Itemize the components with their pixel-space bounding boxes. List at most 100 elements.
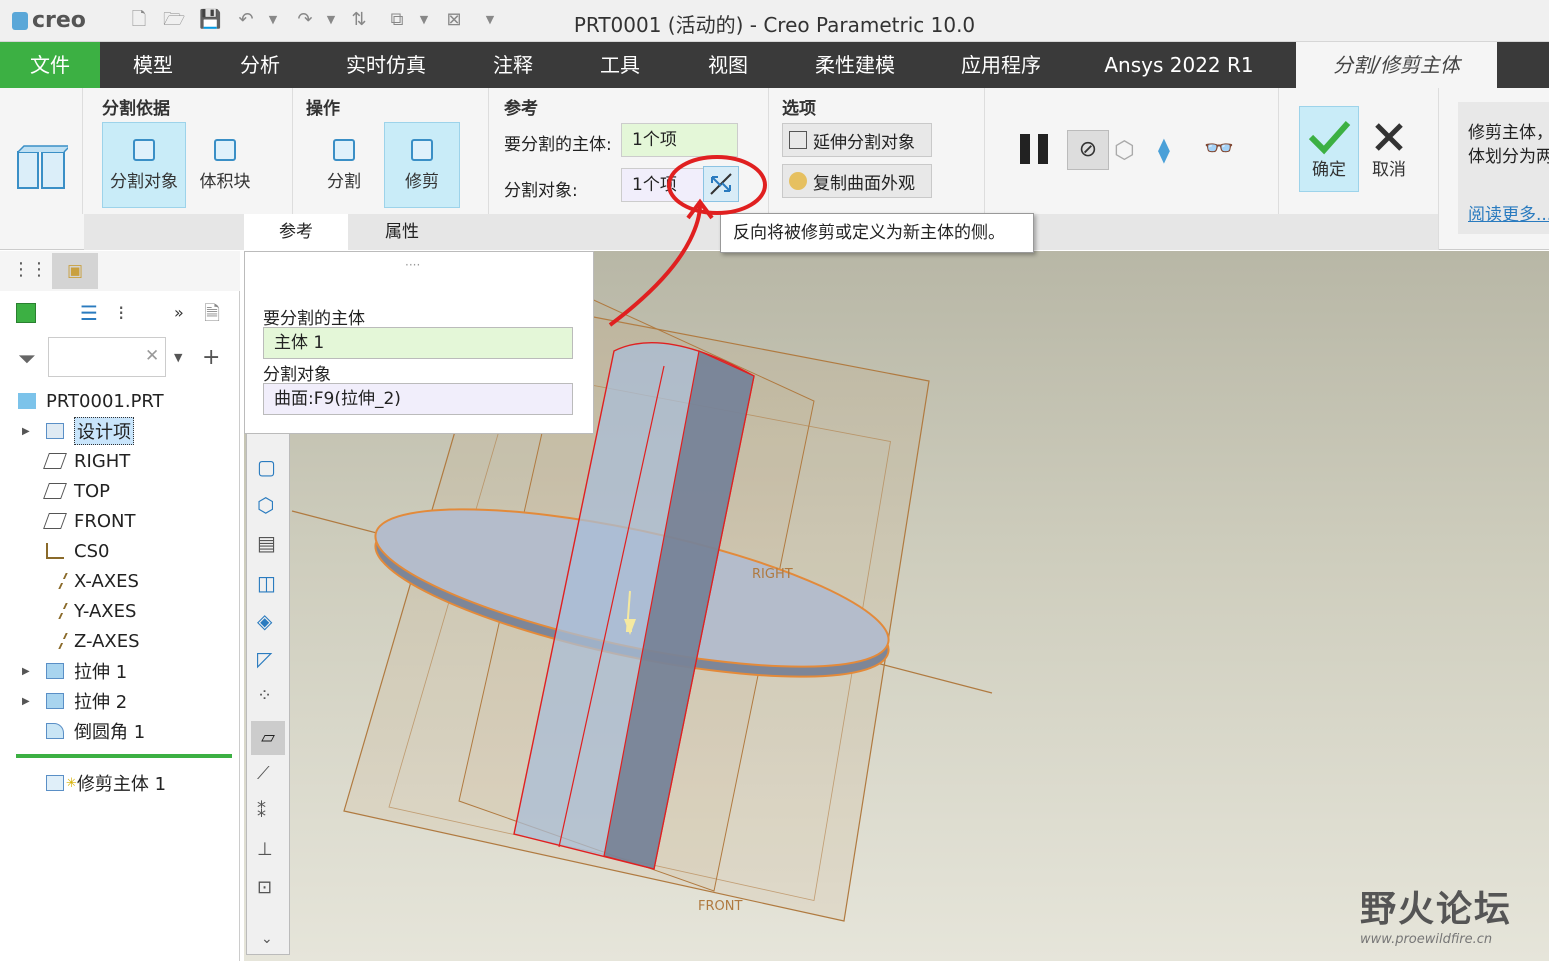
popup-grip-icon[interactable]: ···· (405, 258, 420, 272)
clear-search-icon[interactable]: ✕ (145, 346, 159, 366)
tree-item-y-axes[interactable]: Y-AXES (0, 596, 240, 626)
tab-realtime-simulation[interactable]: 实时仿真 (330, 42, 442, 88)
expand-icon[interactable]: ▶ (22, 426, 46, 437)
trim-button[interactable]: 修剪 (384, 122, 460, 208)
read-more-link[interactable]: 阅读更多... (1468, 200, 1549, 225)
tab-file[interactable]: 文件 (0, 42, 100, 88)
cancel-button[interactable]: 取消 (1362, 106, 1416, 192)
layer-tree-tab-icon[interactable]: ▣ (52, 253, 98, 289)
split-body-feature-icon (14, 144, 72, 192)
tree-item-trim-body[interactable]: ✳ 修剪主体 1 (0, 768, 240, 798)
help-text-line2: 体划分为两 (1468, 147, 1549, 167)
shading-icon[interactable]: ⬡ (257, 493, 274, 517)
volume-block-button[interactable]: 体积块 (186, 122, 264, 208)
verify-mode-icon[interactable]: ⧫ (1158, 136, 1170, 164)
spin-center-icon[interactable]: ⊡ (257, 877, 272, 898)
no-preview-button[interactable]: ⊘ (1067, 130, 1109, 170)
volume-block-icon (214, 138, 236, 161)
group-operation-title: 操作 (306, 99, 340, 119)
tab-annotate[interactable]: 注释 (468, 42, 558, 88)
orient-icon[interactable]: ◫ (257, 571, 276, 595)
view-cube-icon[interactable]: ▢ (257, 455, 276, 479)
tab-tools[interactable]: 工具 (575, 42, 665, 88)
csys-display-icon[interactable]: ⊥ (257, 839, 273, 860)
round-icon (46, 723, 64, 739)
pause-button[interactable] (1018, 132, 1054, 166)
datum-plane-icon (43, 453, 67, 469)
tree-item-extrude-2[interactable]: ▶ 拉伸 2 (0, 686, 240, 716)
annotation-display-icon[interactable]: ⁘ (257, 685, 272, 706)
perspective-icon[interactable]: ◈ (257, 609, 272, 633)
tab-applications[interactable]: 应用程序 (945, 42, 1057, 88)
plane-display-icon[interactable]: ▱ (251, 721, 285, 755)
copy-surface-appearance-button[interactable]: 复制曲面外观 (782, 164, 932, 198)
glasses-icon[interactable]: 👓 (1204, 134, 1234, 162)
add-filter-icon[interactable]: + (202, 345, 220, 370)
plane-label-right: RIGHT (752, 567, 793, 582)
extrude-icon (46, 663, 64, 679)
tree-item-front[interactable]: FRONT (0, 506, 240, 536)
body-to-split-label: 要分割的主体: (504, 135, 612, 155)
split-button[interactable]: 分割 (306, 122, 382, 208)
model-tree-panel: ⋮⋮ ▣ ☰ ⁝ » 🗎 ⏷ ✕ ▼ + PRT0001.PRT ▶ 设计项 RI… (0, 251, 240, 961)
tree-root[interactable]: PRT0001.PRT (0, 386, 240, 416)
axis-display-icon[interactable]: ⟋ (257, 763, 270, 784)
expand-icon[interactable]: ▶ (22, 666, 46, 677)
popup-object-field[interactable]: 曲面:F9(拉伸_2) (263, 383, 573, 415)
split-object-button[interactable]: 分割对象 (102, 122, 186, 208)
datum-plane-icon (43, 483, 67, 499)
tree-item-extrude-1[interactable]: ▶ 拉伸 1 (0, 656, 240, 686)
tree-item-x-axes[interactable]: X-AXES (0, 566, 240, 596)
tree-settings-icon[interactable]: ⁝ (118, 301, 124, 325)
search-dropdown-icon[interactable]: ▼ (174, 351, 182, 364)
tree-list-icon[interactable]: ☰ (80, 301, 98, 325)
tree-search-input[interactable]: ✕ (48, 337, 166, 377)
confirm-button[interactable]: 确定 (1299, 106, 1359, 192)
tab-properties[interactable]: 属性 (350, 214, 454, 250)
watermark: 野火论坛 www.proewildfire.cn (1360, 880, 1512, 947)
tab-split-trim-body[interactable]: 分割/修剪主体 (1296, 42, 1497, 88)
tab-model[interactable]: 模型 (108, 42, 198, 88)
close-icon (1375, 122, 1403, 151)
tree-item-round-1[interactable]: 倒圆角 1 (0, 716, 240, 746)
datum-plane-icon (43, 513, 67, 529)
tree-item-design-items[interactable]: ▶ 设计项 (0, 416, 240, 446)
more-icon[interactable]: » (174, 303, 184, 322)
help-panel: 修剪主体， 体划分为两 阅读更多... (1458, 102, 1549, 234)
tree-item-cs0[interactable]: CS0 (0, 536, 240, 566)
extend-split-object-button[interactable]: 延伸分割对象 (782, 123, 932, 157)
appearance-palette-icon (789, 172, 807, 190)
filter-icon[interactable]: ⏷ (18, 347, 36, 372)
checkmark-icon (1308, 120, 1351, 154)
tab-view[interactable]: 视图 (683, 42, 773, 88)
tree-item-top[interactable]: TOP (0, 476, 240, 506)
tab-ansys[interactable]: Ansys 2022 R1 (1095, 42, 1263, 88)
section-icon[interactable]: ◸ (257, 647, 272, 671)
model-tree-tab-icon[interactable]: ⋮⋮ (12, 259, 48, 280)
tab-analysis[interactable]: 分析 (215, 42, 305, 88)
watermark-title: 野火论坛 (1360, 889, 1513, 930)
tab-flexible-modeling[interactable]: 柔性建模 (800, 42, 910, 88)
saved-views-icon[interactable]: ▤ (257, 531, 276, 555)
expand-icon[interactable]: ▶ (22, 696, 46, 707)
split-object-icon (133, 138, 155, 161)
tree-item-z-axes[interactable]: Z-AXES (0, 626, 240, 656)
view-toolbar: ▢ ⬡ ▤ ◫ ◈ ◸ ⁘ ▱ ⟋ ⁑ ⊥ ⊡ ⌄ (246, 420, 290, 955)
popup-object-label: 分割对象 (263, 365, 331, 385)
preview-geometry-icon[interactable]: ⬡ (1114, 136, 1135, 164)
tree-document-icon[interactable]: 🗎 (204, 299, 220, 333)
popup-body-label: 要分割的主体 (263, 309, 365, 329)
point-display-icon[interactable]: ⁑ (257, 801, 266, 822)
extend-icon (789, 131, 807, 149)
window-title: PRT0001 (活动的) - Creo Parametric 10.0 (573, 13, 976, 37)
popup-body-field[interactable]: 主体 1 (263, 327, 573, 359)
show-body-icon[interactable] (16, 303, 36, 323)
insert-indicator[interactable] (16, 754, 232, 758)
expand-toolbar-icon[interactable]: ⌄ (261, 931, 273, 947)
axis-icon (42, 603, 68, 619)
extrude-icon (46, 693, 64, 709)
watermark-url: www.proewildfire.cn (1360, 932, 1493, 947)
tab-references[interactable]: 参考 (244, 214, 348, 250)
references-popup: ···· 要分割的主体 主体 1 分割对象 曲面:F9(拉伸_2) (244, 251, 594, 434)
tree-item-right[interactable]: RIGHT (0, 446, 240, 476)
